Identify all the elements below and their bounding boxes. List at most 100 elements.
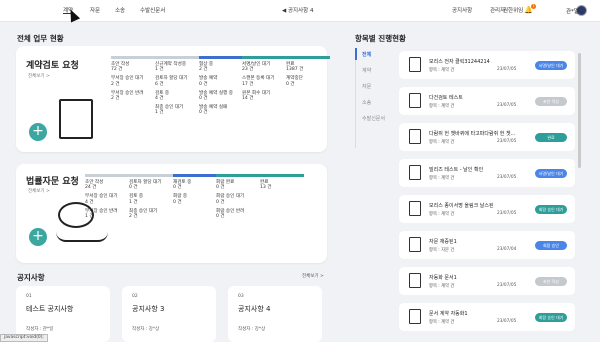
status-count[interactable]: 0 건 [216, 200, 260, 205]
tab-active-indicator [355, 48, 357, 60]
progress-row[interactable]: 다람쥐 헌 쳇바퀴에 타고파다람쥐 헌 쳇... 항목 : 계약 건 23/07/0… [399, 123, 575, 151]
tab-advice[interactable]: 자문 [362, 83, 371, 90]
row-status-badge: 서명/날인 대기 [535, 169, 567, 178]
contract-title: 계약검토 요청 [26, 61, 79, 71]
document-icon [409, 309, 421, 324]
row-type: 항목 : 계약 건 [429, 104, 455, 109]
legal-status-column: 재검토 중0 건 회람 중0 건 [173, 174, 217, 209]
row-title: 자동화 문서1 [429, 275, 457, 281]
nav-litigation[interactable]: 소송 [115, 6, 125, 14]
status-bar-indicator [173, 174, 217, 177]
legal-status-column: 회람 완료 0 건 회람 승인 대기 0 건 회람 승인 반려 0 건 [216, 174, 260, 223]
contract-add-button[interactable]: + [29, 123, 47, 141]
status-count[interactable]: 1 건 [155, 67, 199, 72]
legal-title: 법률자문 요청 [26, 177, 79, 187]
row-status-badge: 회람 승인 대기 [535, 205, 567, 214]
page-title: 전체 업무 현황 [17, 34, 64, 43]
document-icon [409, 237, 421, 252]
status-bar-indicator [85, 174, 129, 177]
status-count[interactable]: 4 건 [85, 200, 129, 205]
nav-advice[interactable]: 자문 [90, 6, 100, 14]
notice-card[interactable]: 03 공지사항 4 작성자 : 강*상 [228, 286, 322, 342]
tab-all[interactable]: 전체 [362, 51, 371, 58]
row-status-badge: 초안 작성 [535, 277, 567, 286]
status-count[interactable]: 2 건 [199, 67, 243, 72]
row-type: 항목 : 계약 건 [429, 212, 455, 217]
status-count[interactable]: 24 건 [85, 185, 129, 190]
row-status-badge: 회람 승인 대기 [535, 313, 567, 322]
status-count[interactable]: 0 건 [216, 185, 260, 190]
status-bar-indicator [286, 56, 330, 59]
nav-docs[interactable]: 수발신문서 [140, 6, 165, 14]
status-count[interactable]: 0 건 [199, 96, 243, 101]
status-count[interactable]: 17 건 [242, 82, 286, 87]
row-type: 항목 : 자문 건 [429, 248, 455, 253]
notice-more-link[interactable]: 전체보기 > [302, 273, 324, 279]
status-count[interactable]: 6 건 [155, 82, 199, 87]
row-title: 모리스 전자 클릭31244214 [429, 59, 490, 65]
notice-card[interactable]: 02 공지사항 3 작성자 : 강*상 [122, 286, 216, 342]
contract-status-column: 신규계약 작성중 1 건 검토자 할당 대기 6 건 검토 중4 건 최종 승인 대기 1 … [155, 56, 199, 120]
status-count[interactable]: 2 건 [129, 214, 173, 219]
status-count[interactable]: 4 건 [155, 96, 199, 101]
notice-author: 작성자 : 강*상 [132, 327, 160, 332]
row-title: 문서 계약 자동화1 [429, 311, 468, 317]
legal-status-column: 초안 작성 24 건 부서장 승인 대기 4 건 부서장 승인 반려 1 건 [85, 174, 129, 223]
contract-more-link[interactable]: 전체보기 > [28, 73, 50, 79]
top-nav: 계약 자문 소송 수발신문서 ◀ 공지사항 4 공지사항 관리자 권한위임 🔔 … [0, 0, 600, 22]
nav-delegation[interactable]: 권한위임 [503, 6, 523, 14]
nav-notices[interactable]: 공지사항 [452, 6, 472, 14]
progress-row[interactable]: 빌리즈 테스트 - 날인 확인 항목 : 계약 건 23/07/05 서명/날인 대기 [399, 159, 575, 187]
status-count[interactable]: 0 건 [199, 82, 243, 87]
contract-status-column: 초안 작성 72 건 부서장 승인 대기 2 건 부서장 승인 반려 2 건 [111, 56, 155, 105]
row-date: 23/07/05 [497, 175, 517, 180]
status-count[interactable]: 1 건 [129, 200, 173, 205]
status-count[interactable]: 0 건 [129, 185, 173, 190]
status-count[interactable]: 0 건 [173, 200, 217, 205]
nav-notice-banner[interactable]: ◀ 공지사항 4 [282, 6, 313, 14]
status-count[interactable]: 13 건 [260, 185, 304, 190]
progress-row[interactable]: 모리스 전자 클릭31244214 항목 : 계약 건 23/07/05 서명/날인 … [399, 51, 575, 79]
row-date: 23/07/04 [497, 247, 517, 252]
status-bar-indicator [216, 174, 260, 177]
progress-row[interactable]: 다건검토 테스트 항목 : 계약 건 23/07/05 초안 작성 [399, 87, 575, 115]
status-count[interactable]: 2 건 [111, 82, 155, 87]
progress-row[interactable]: 자동화 문서1 항목 : 계약 건 23/07/05 초안 작성 [399, 267, 575, 295]
user-label[interactable]: 관*일 [566, 7, 579, 15]
legal-more-link[interactable]: 전체보기 > [28, 188, 50, 194]
row-date: 23/07/05 [497, 139, 517, 144]
notice-title: 공지사항 3 [132, 305, 165, 313]
status-count[interactable]: 23 건 [242, 67, 286, 72]
document-icon [409, 129, 421, 144]
row-status-badge: 초안 작성 [535, 97, 567, 106]
contract-status-column: 서명/날인 대기 23 건 스캔본 등록 대기 17 건 원본 회수 대기 14 건 [242, 56, 286, 105]
status-count[interactable]: 14 건 [242, 96, 286, 101]
row-title: 빌리즈 테스트 - 날인 확인 [429, 167, 484, 173]
status-count[interactable]: 1387 건 [286, 67, 330, 72]
tab-contract[interactable]: 계약 [362, 67, 371, 74]
status-count[interactable]: 0 건 [216, 214, 260, 219]
progress-row[interactable]: 자문 재증된1 항목 : 자문 건 23/07/04 회람 승인 [399, 231, 575, 259]
status-count[interactable]: 1 건 [85, 214, 129, 219]
status-count[interactable]: 0 건 [173, 185, 217, 190]
row-status-badge: 회람 승인 [535, 241, 567, 250]
progress-row[interactable]: 모리스 종이서명 올림크 날스된 항목 : 계약 건 23/07/05 회람 승인 대… [399, 195, 575, 223]
status-count[interactable]: 0 건 [286, 82, 330, 87]
tab-docs[interactable]: 수발신문서 [362, 115, 385, 122]
notice-number: 02 [132, 294, 138, 299]
row-date: 23/07/05 [497, 319, 517, 324]
notice-number: 03 [238, 294, 244, 299]
legal-add-button[interactable]: + [29, 228, 47, 246]
status-count[interactable]: 2 건 [111, 96, 155, 101]
status-count[interactable]: 1 건 [155, 110, 199, 115]
tab-litigation[interactable]: 소송 [362, 99, 371, 106]
contract-status-column: 협상 중2 건 발송 예약 0 건 발송 예약 실행 중0 건 발송 예약 실패 0 건 [199, 56, 243, 120]
status-count[interactable]: 0 건 [199, 110, 243, 115]
status-count[interactable]: 72 건 [111, 67, 155, 72]
row-title: 다람쥐 헌 쳇바퀴에 타고파다람쥐 헌 쳇... [429, 131, 516, 137]
progress-scrollbar[interactable] [578, 53, 581, 168]
progress-row[interactable]: 문서 계약 자동화1 항목 : 계약 건 23/07/05 회람 승인 대기 [399, 303, 575, 331]
contract-status-column: 완료 1387 건 계약중단 0 건 [286, 56, 330, 91]
status-bar-indicator [129, 174, 173, 177]
row-type: 항목 : 계약 건 [429, 68, 455, 73]
